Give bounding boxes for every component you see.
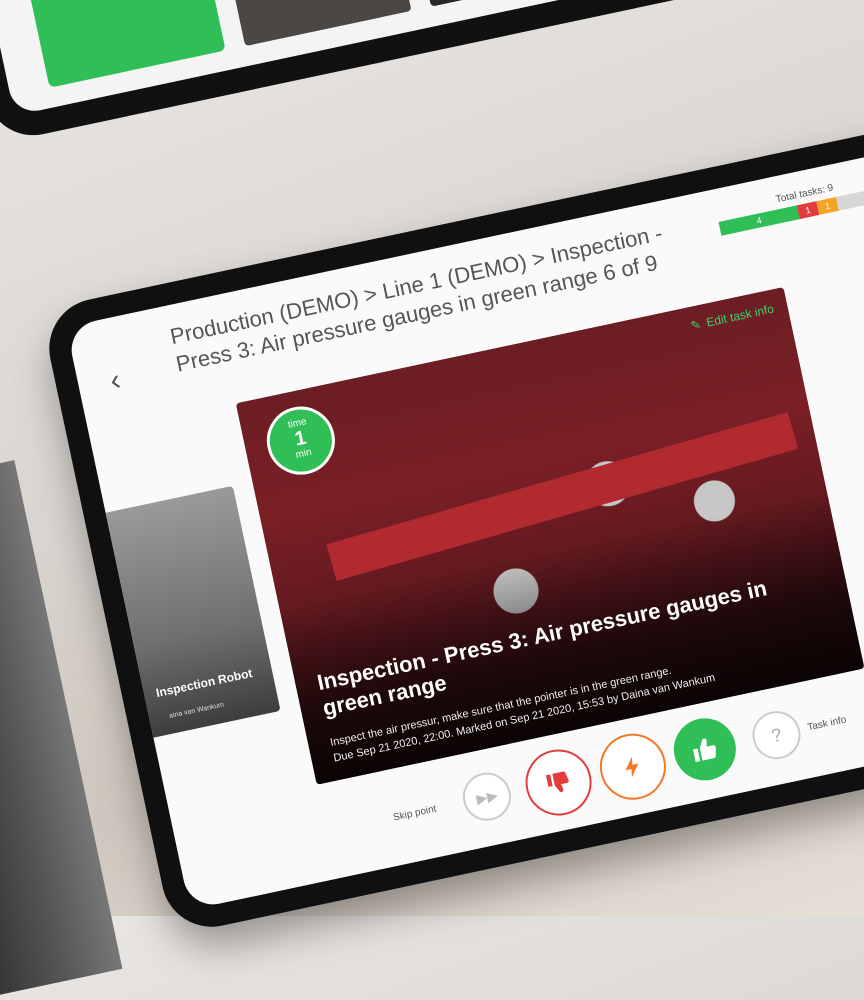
skip-point-button[interactable]: ▶▶	[458, 768, 516, 826]
back-button[interactable]: ‹	[107, 363, 124, 398]
main-tablet: ‹ Production (DEMO) > Line 1 (DEMO) > In…	[40, 102, 864, 937]
lightning-icon	[625, 756, 639, 778]
skip-point-label: Skip point	[392, 803, 438, 824]
task-progress: Total tasks: 9 4 1 1	[715, 170, 864, 236]
edit-task-info-button[interactable]: ✎ Edit task info	[689, 302, 775, 333]
progress-failed: 1	[796, 201, 820, 220]
pass-button[interactable]	[668, 712, 742, 787]
top-thumb-green	[26, 0, 226, 88]
edit-task-info-label: Edit task info	[705, 301, 776, 330]
chevron-left-icon[interactable]: ‹	[107, 363, 124, 397]
question-icon: ?	[769, 723, 784, 746]
pencil-icon: ✎	[689, 317, 703, 333]
thumbs-up-icon	[692, 738, 716, 763]
top-thumb-image-2	[418, 0, 657, 7]
previous-task-sub: aina van Wankum	[168, 701, 225, 720]
main-screen: ‹ Production (DEMO) > Line 1 (DEMO) > In…	[66, 128, 864, 910]
previous-task-title: Inspection Robot	[154, 665, 254, 701]
issue-button[interactable]	[593, 727, 673, 806]
thumbs-down-icon	[545, 771, 569, 793]
time-badge: time 1 min	[260, 400, 342, 481]
progress-warning: 1	[816, 197, 839, 215]
top-tablet-screen	[0, 0, 864, 116]
fail-button[interactable]	[519, 743, 598, 822]
task-info-label[interactable]: Task info	[807, 714, 848, 733]
top-tablet	[0, 0, 864, 145]
help-button[interactable]: ?	[748, 706, 805, 764]
top-thumb-image	[226, 0, 412, 47]
fast-forward-icon: ▶▶	[474, 786, 500, 807]
previous-task-card[interactable]: Inspection Robot aina van Wankum	[66, 485, 281, 747]
